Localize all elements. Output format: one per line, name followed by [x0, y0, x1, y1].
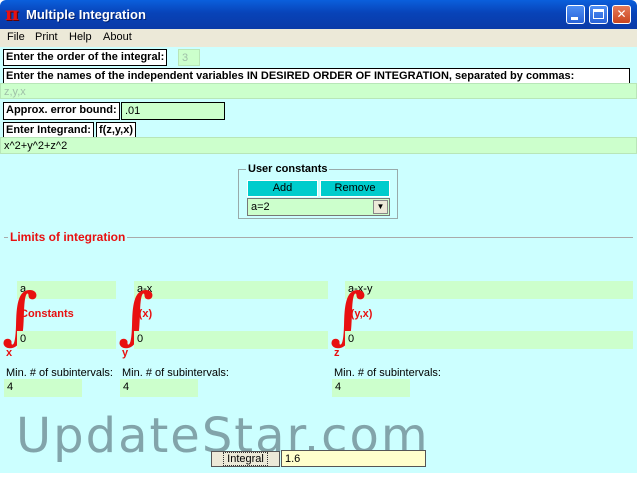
menu-file[interactable]: File	[7, 31, 25, 43]
upper-limit-z-input[interactable]: a-x-y	[345, 281, 633, 299]
variable-y: y	[122, 347, 129, 359]
constants-selected-value: a=2	[251, 201, 270, 213]
add-constant-button[interactable]: Add	[247, 180, 318, 197]
subintervals-y-input[interactable]: 4	[120, 379, 198, 397]
close-icon: ✕	[616, 7, 627, 21]
limit-type-x: Constants	[20, 308, 74, 320]
maximize-icon	[593, 9, 604, 19]
pi-app-icon: π	[5, 3, 19, 25]
variable-z: z	[334, 347, 340, 359]
menu-print[interactable]: Print	[35, 31, 58, 43]
menu-about[interactable]: About	[103, 31, 132, 43]
menu-help[interactable]: Help	[69, 31, 92, 43]
lower-limit-x-input[interactable]: 0	[17, 331, 116, 349]
close-button[interactable]: ✕	[612, 5, 631, 24]
subintervals-label-y: Min. # of subintervals:	[122, 367, 229, 379]
integral-button-label: Integral	[223, 452, 268, 466]
error-bound-label: Approx. error bound:	[3, 102, 120, 120]
variables-input[interactable]: z,y,x	[0, 83, 637, 99]
limits-title: Limits of integration	[8, 230, 128, 244]
integrand-label: Enter Integrand:	[3, 122, 94, 138]
constants-select[interactable]: a=2 ▼	[247, 198, 390, 216]
chevron-down-icon[interactable]: ▼	[373, 200, 388, 214]
user-constants-title: User constants	[246, 163, 330, 175]
order-label: Enter the order of the integral:	[3, 49, 168, 66]
menu-bar: File Print Help About	[0, 29, 637, 47]
result-output: 1.6	[281, 450, 426, 467]
title-bar: π Multiple Integration ✕	[0, 0, 637, 29]
integral-button[interactable]: Integral	[211, 451, 280, 467]
limit-type-y: f(x)	[135, 308, 153, 320]
remove-constant-button[interactable]: Remove	[320, 180, 390, 197]
variable-x: x	[6, 347, 13, 359]
subintervals-label-z: Min. # of subintervals:	[334, 367, 441, 379]
limit-type-z: f(y,x)	[347, 308, 373, 320]
subintervals-x-input[interactable]: 4	[4, 379, 82, 397]
order-input[interactable]: 3	[178, 49, 200, 66]
error-bound-input[interactable]: .01	[121, 102, 225, 120]
lower-limit-y-input[interactable]: 0	[134, 331, 328, 349]
user-constants-group: User constants Add Remove a=2 ▼	[238, 163, 398, 219]
subintervals-z-input[interactable]: 4	[332, 379, 410, 397]
integrand-input[interactable]: x^2+y^2+z^2	[0, 137, 637, 154]
subintervals-label-x: Min. # of subintervals:	[6, 367, 113, 379]
bottom-strip	[0, 473, 637, 485]
window-title: Multiple Integration	[26, 7, 146, 22]
integrand-function-label: f(z,y,x)	[96, 122, 137, 138]
minimize-button[interactable]	[566, 5, 585, 24]
minimize-icon	[571, 17, 578, 20]
lower-limit-z-input[interactable]: 0	[345, 331, 633, 349]
maximize-button[interactable]	[589, 5, 608, 24]
upper-limit-y-input[interactable]: a-x	[134, 281, 328, 299]
